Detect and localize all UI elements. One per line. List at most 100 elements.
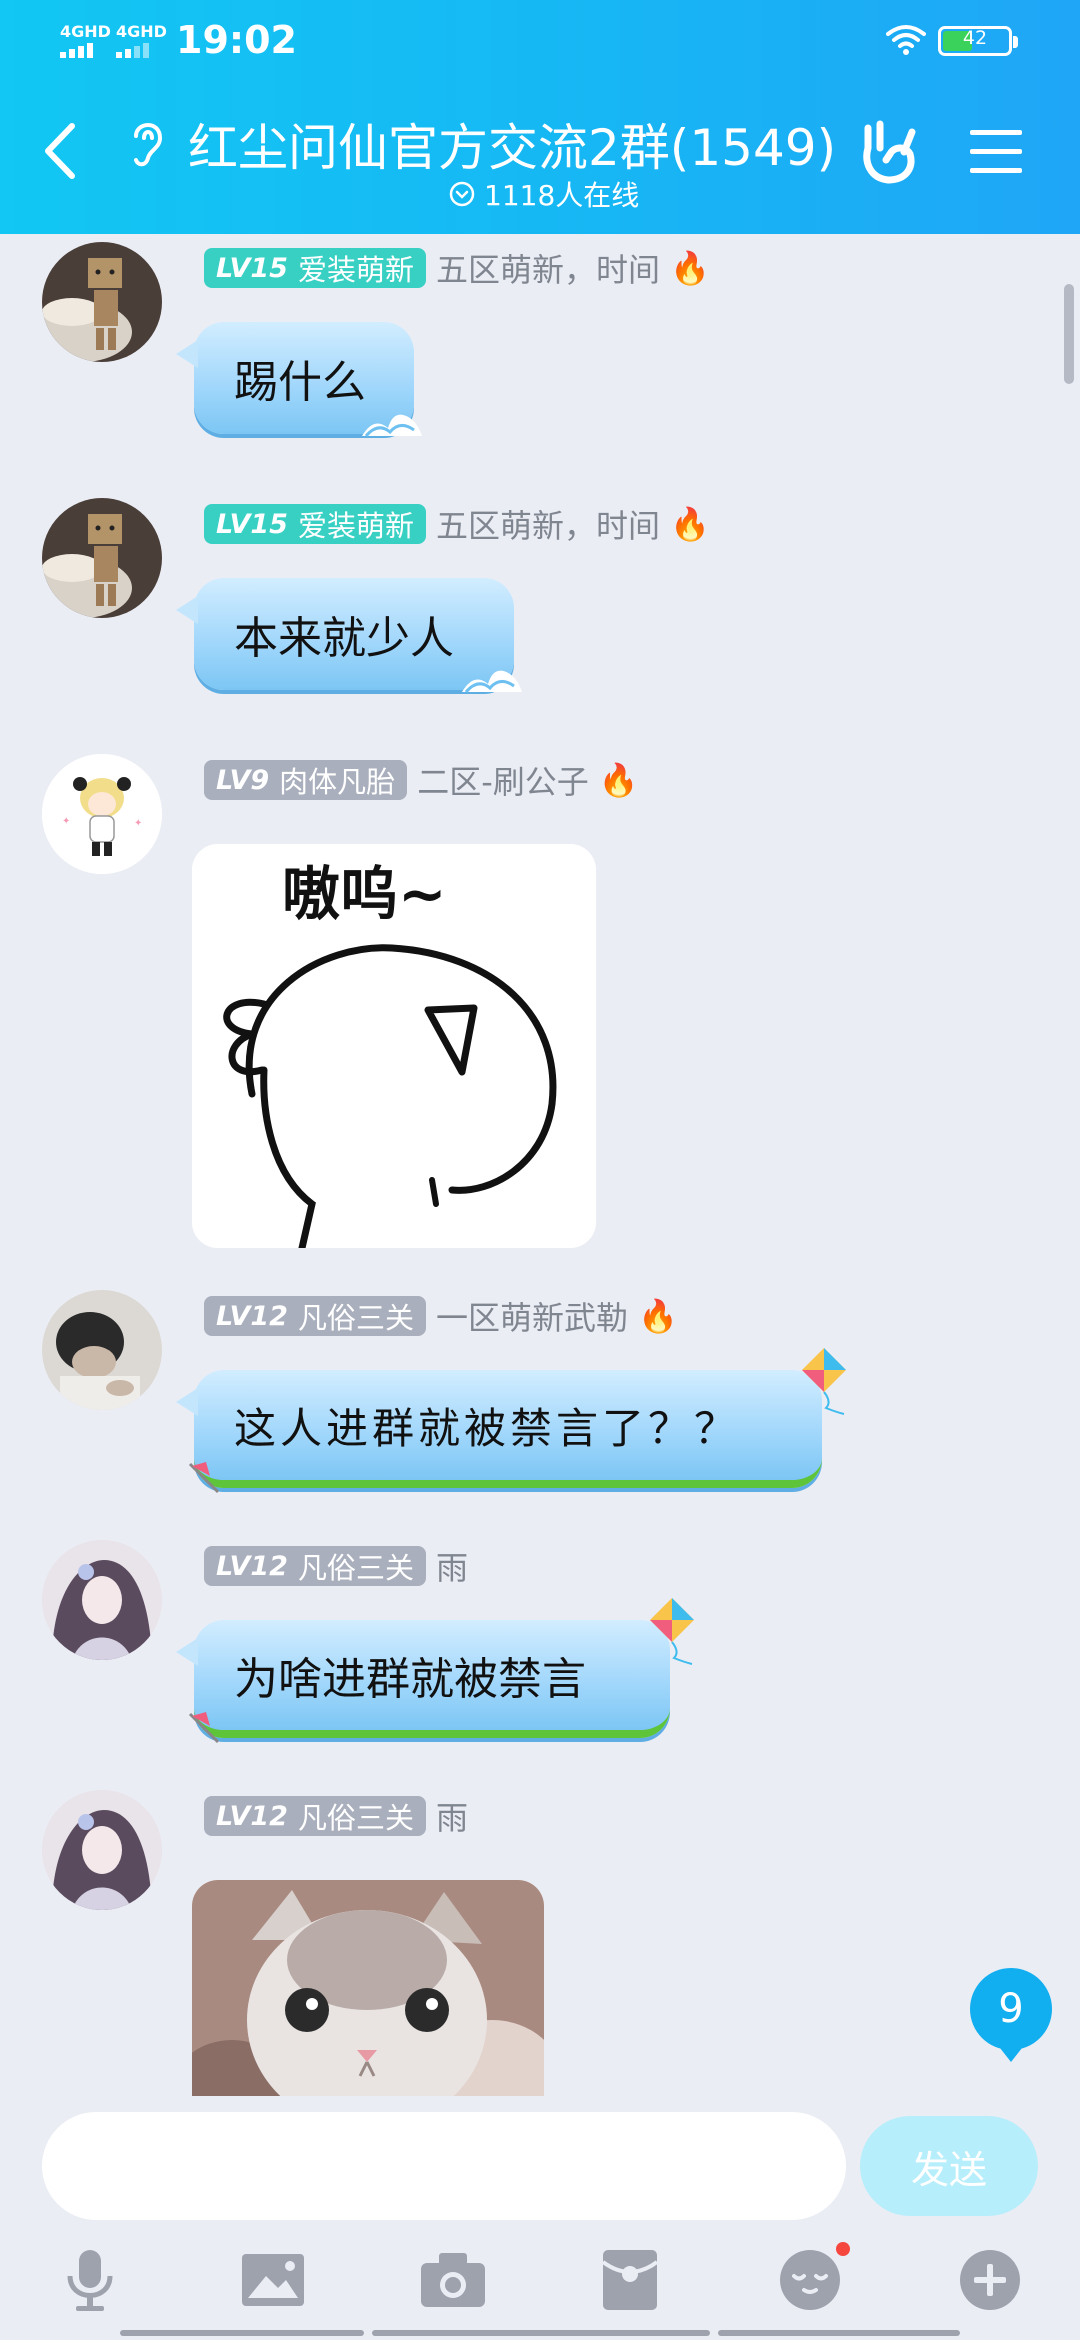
level-title: 爱装萌新 xyxy=(297,253,414,287)
message-item: LV12 凡俗三关 一区萌新武勒 🔥 这人进群就被禁言了？？ xyxy=(0,1290,1080,1530)
status-bar: 4GHD 4GHD 19:02 42 xyxy=(0,0,1080,84)
wave-icon xyxy=(362,414,422,438)
battery-level: 42 xyxy=(962,27,988,49)
message-text: 本来就少人 xyxy=(234,613,454,664)
flag-icon xyxy=(188,1712,220,1744)
ear-icon[interactable] xyxy=(126,116,166,170)
more-button[interactable] xyxy=(958,2248,1022,2312)
message-bubble[interactable]: 这人进群就被禁言了？？ xyxy=(176,1348,846,1494)
nav-indicator xyxy=(372,2330,710,2336)
send-button[interactable]: 发送 xyxy=(860,2116,1038,2216)
message-bubble[interactable]: 为啥进群就被禁言 xyxy=(176,1598,694,1744)
fire-icon: 🔥 xyxy=(670,505,710,543)
message-bubble[interactable]: 踢什么 xyxy=(176,322,422,438)
camera-icon xyxy=(421,2253,485,2307)
level-title: 凡俗三关 xyxy=(297,1801,414,1835)
input-bar: 发送 xyxy=(0,2096,1080,2340)
level-number: LV15 xyxy=(216,252,288,284)
avatar[interactable] xyxy=(42,242,162,362)
message-item: ✦ ✦ LV9 肉体凡胎 二区-刷公子 🔥 嗷呜~ xyxy=(0,754,1080,1274)
menu-icon[interactable] xyxy=(970,130,1022,174)
nav-indicator xyxy=(718,2330,960,2336)
level-title: 爱装萌新 xyxy=(297,509,414,543)
level-number: LV12 xyxy=(216,1300,288,1332)
wave-icon xyxy=(462,670,522,694)
hand-gesture-icon[interactable] xyxy=(858,118,922,186)
level-badge: LV15 爱装萌新 xyxy=(204,248,426,288)
kite-icon xyxy=(650,1598,694,1665)
message-item: LV15 爱装萌新 五区萌新，时间 🔥 本来就少人 xyxy=(0,498,1080,728)
level-number: LV15 xyxy=(216,508,288,540)
avatar[interactable] xyxy=(42,1790,162,1910)
flag-icon xyxy=(188,1462,220,1494)
network-label-2: 4GHD xyxy=(116,22,167,41)
avatar[interactable] xyxy=(42,1540,162,1660)
unread-count-badge[interactable]: 9 xyxy=(970,1968,1052,2062)
avatar[interactable] xyxy=(42,1290,162,1410)
message-item: LV12 凡俗三关 雨 xyxy=(0,1790,1080,2096)
notification-dot xyxy=(836,2242,850,2256)
sender-nickname[interactable]: 雨 xyxy=(436,1793,468,1839)
level-number: LV9 xyxy=(216,764,270,796)
message-bubble[interactable]: 本来就少人 xyxy=(176,578,522,694)
red-packet-button[interactable] xyxy=(598,2248,662,2312)
message-item: LV12 凡俗三关 雨 为啥进群就被禁言 xyxy=(0,1540,1080,1780)
sender-nickname[interactable]: 五区萌新，时间 xyxy=(436,245,660,291)
unread-count: 9 xyxy=(998,1986,1024,2032)
sender-nickname[interactable]: 雨 xyxy=(436,1543,468,1589)
level-badge: LV12 凡俗三关 xyxy=(204,1546,426,1586)
fire-icon: 🔥 xyxy=(598,761,639,799)
red-packet-icon xyxy=(601,2250,659,2310)
message-item: LV15 爱装萌新 五区萌新，时间 🔥 踢什么 xyxy=(0,242,1080,472)
status-time: 19:02 xyxy=(176,18,297,62)
message-list[interactable]: LV15 爱装萌新 五区萌新，时间 🔥 踢什么 LV15 爱装萌新 五区萌新，时… xyxy=(0,234,1080,2096)
signal-bars-icon xyxy=(116,43,167,58)
sticker-image[interactable]: 嗷呜~ xyxy=(192,844,596,1248)
network-indicator-1: 4GHD xyxy=(60,22,111,58)
sender-nickname[interactable]: 五区萌新，时间 xyxy=(436,501,660,547)
back-arrow-icon[interactable] xyxy=(42,122,78,180)
voice-button[interactable] xyxy=(58,2248,122,2312)
online-count: 1118人在线 xyxy=(448,174,639,214)
sender-meta: LV12 凡俗三关 雨 xyxy=(204,1793,468,1839)
fire-icon: 🔥 xyxy=(638,1297,678,1335)
kite-icon xyxy=(802,1348,846,1415)
plus-icon xyxy=(960,2250,1020,2310)
network-label-1: 4GHD xyxy=(60,22,111,41)
signal-bars-icon xyxy=(60,43,111,58)
level-number: LV12 xyxy=(216,1550,288,1582)
network-indicator-2: 4GHD xyxy=(116,22,167,58)
battery-icon: 42 xyxy=(938,26,1018,56)
avatar[interactable]: ✦ ✦ xyxy=(42,754,162,874)
nav-indicator xyxy=(120,2330,364,2336)
svg-text:✦: ✦ xyxy=(62,816,70,827)
sender-nickname[interactable]: 二区-刷公子 xyxy=(417,757,589,803)
sender-meta: LV12 凡俗三关 一区萌新武勒 🔥 xyxy=(204,1293,678,1339)
level-badge: LV12 凡俗三关 xyxy=(204,1296,426,1336)
chat-header: 4GHD 4GHD 19:02 42 红尘问仙官方交流2群(1549) 1118… xyxy=(0,0,1080,234)
emoji-icon xyxy=(780,2250,840,2310)
level-title: 凡俗三关 xyxy=(297,1301,414,1335)
group-title: 红尘问仙官方交流2群(1549) xyxy=(188,119,837,177)
camera-button[interactable] xyxy=(418,2248,488,2312)
message-input[interactable] xyxy=(42,2112,846,2220)
sticker-caption: 嗷呜~ xyxy=(282,860,447,928)
microphone-icon xyxy=(67,2250,113,2311)
level-badge: LV9 肉体凡胎 xyxy=(204,760,408,800)
wifi-icon xyxy=(886,25,926,55)
photo-button[interactable] xyxy=(238,2248,308,2312)
avatar[interactable] xyxy=(42,498,162,618)
svg-text:✦: ✦ xyxy=(134,818,142,829)
sender-meta: LV9 肉体凡胎 二区-刷公子 🔥 xyxy=(204,757,639,803)
sender-nickname[interactable]: 一区萌新武勒 xyxy=(436,1293,628,1339)
sender-meta: LV12 凡俗三关 雨 xyxy=(204,1543,468,1589)
level-badge: LV15 爱装萌新 xyxy=(204,504,426,544)
emoji-button[interactable] xyxy=(778,2242,850,2312)
level-badge: LV12 凡俗三关 xyxy=(204,1796,426,1836)
chevron-down-circle-icon xyxy=(449,181,475,207)
message-text: 这人进群就被禁言了？？ xyxy=(234,1403,741,1453)
sender-meta: LV15 爱装萌新 五区萌新，时间 🔥 xyxy=(204,501,710,547)
image-icon xyxy=(242,2254,304,2306)
cat-photo-image[interactable] xyxy=(192,1880,544,2096)
scrollbar[interactable] xyxy=(1064,284,1074,384)
